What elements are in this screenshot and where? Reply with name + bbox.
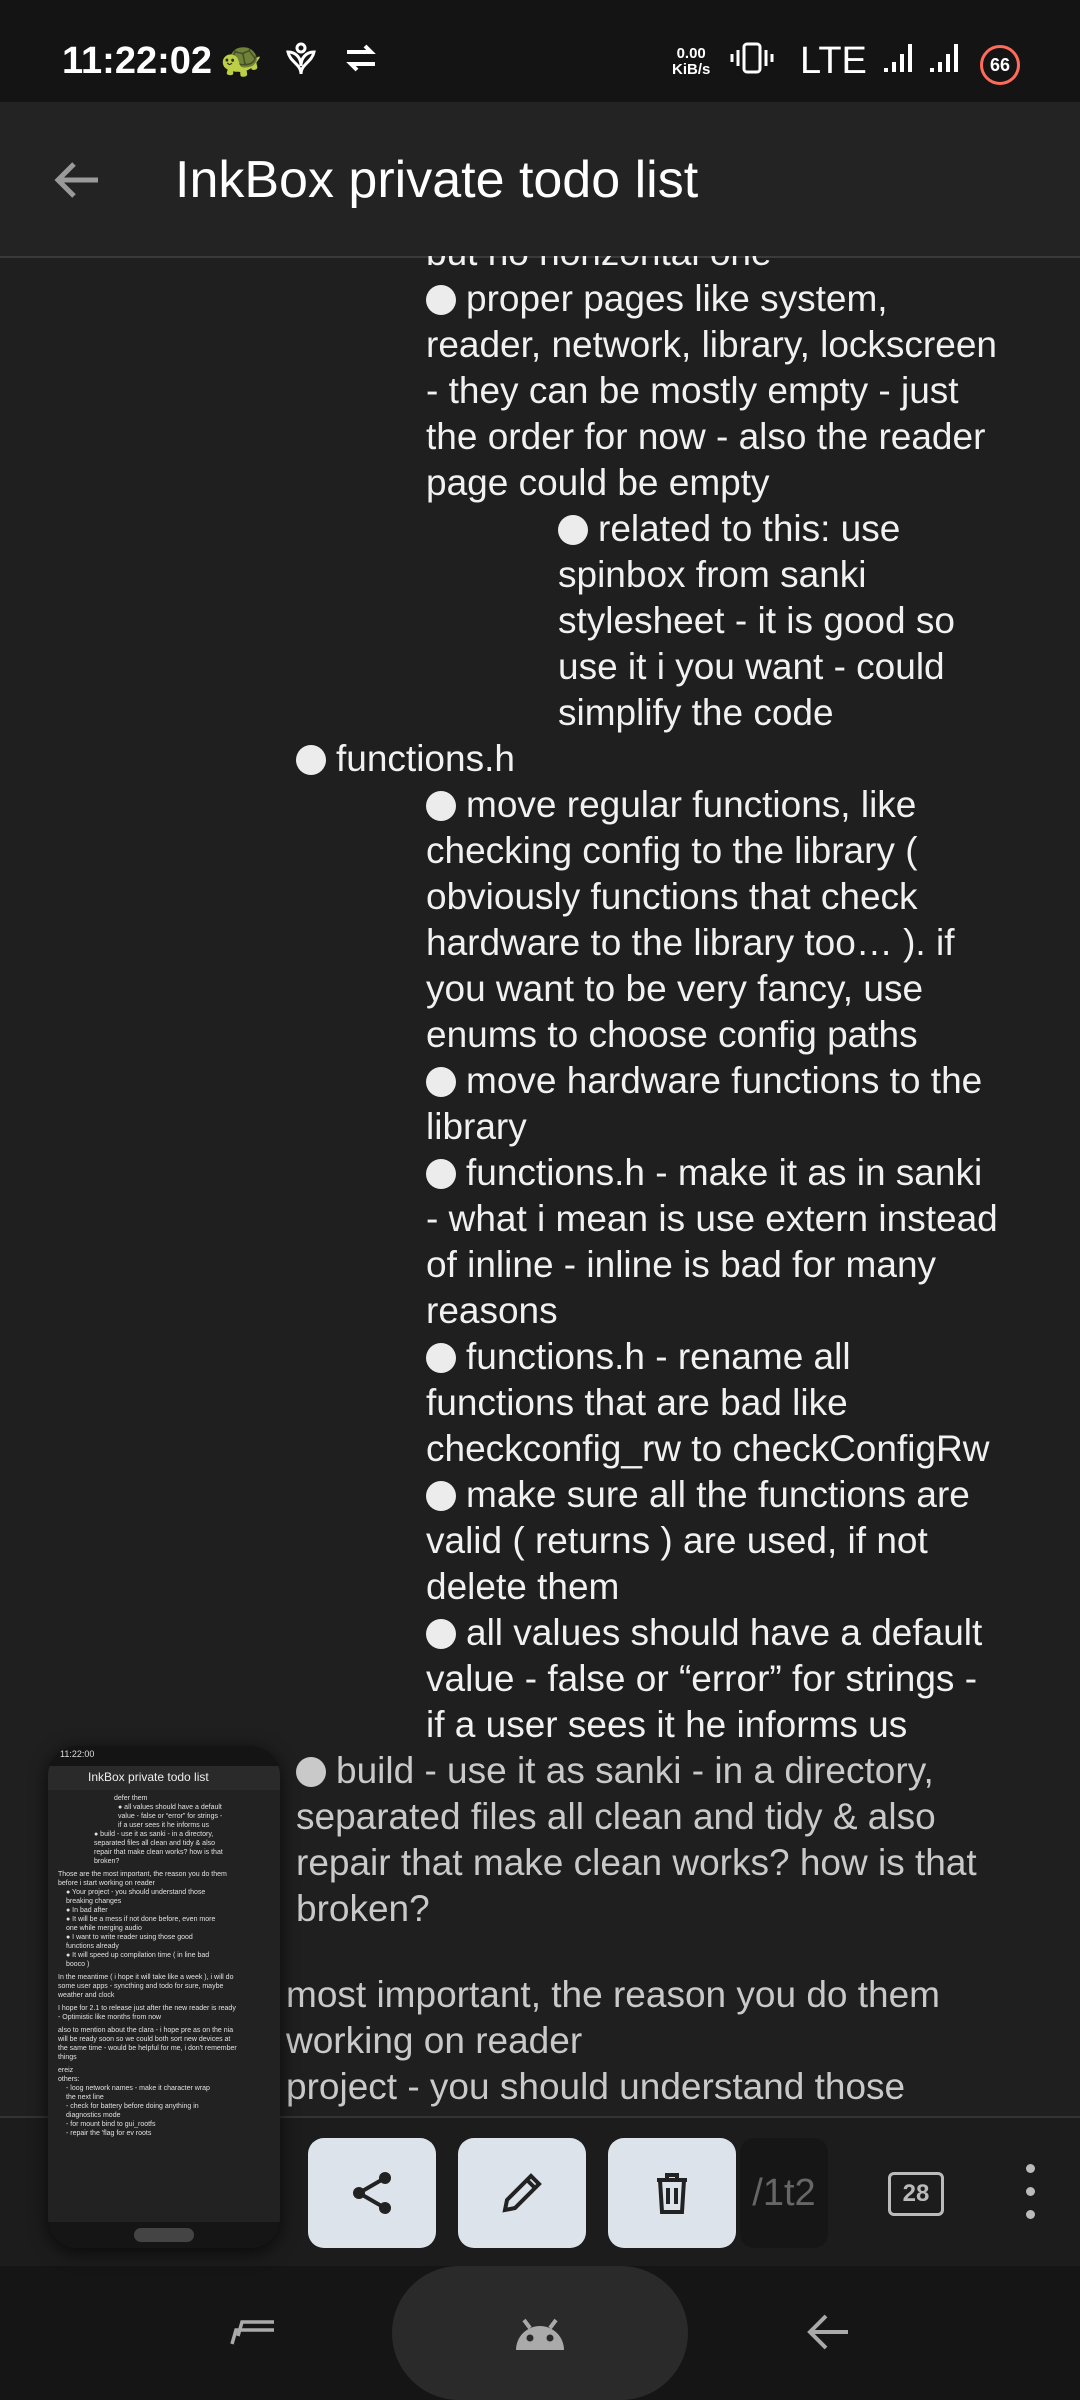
turtle-icon: 🐢 [220, 41, 263, 79]
font-size-button[interactable]: 28 [888, 2172, 944, 2216]
status-time: 11:22:02 [62, 40, 213, 82]
list-item: functions.h [296, 736, 515, 782]
text-line: working on reader [286, 2020, 583, 2061]
share-icon [353, 2172, 391, 2214]
preview-title: InkBox private todo list [48, 1766, 280, 1790]
text-line: value - false or “error” for strings - [426, 1658, 978, 1699]
text-line: use it i you want - could [558, 646, 945, 687]
text-line: functions that are bad like [426, 1382, 848, 1423]
recent-apps-icon[interactable] [226, 2312, 280, 2357]
leaf-icon [282, 40, 320, 87]
list-item: functions.h - make it as in sanki [426, 1150, 982, 1196]
back-arrow-icon[interactable] [48, 150, 108, 210]
signal-icon [928, 40, 960, 85]
text-line: - what i mean is use extern instead [426, 1198, 998, 1239]
text-line: the order for now - also the reader [426, 416, 986, 457]
text-line: delete them [426, 1566, 620, 1607]
text-line: simplify the code [558, 692, 834, 733]
back-icon[interactable] [804, 2310, 852, 2359]
list-item: move hardware functions to the [426, 1058, 982, 1104]
bullet-icon [296, 745, 326, 775]
home-button[interactable] [392, 2266, 688, 2400]
bullet-icon [426, 1067, 456, 1097]
trash-icon [657, 2173, 687, 2214]
signal-icon [882, 40, 914, 85]
bullet-icon [426, 1481, 456, 1511]
list-item: move regular functions, like [426, 782, 916, 828]
list-item: related to this: use [558, 506, 900, 552]
text-line: you want to be very fancy, use [426, 968, 924, 1009]
list-item: build - use it as sanki - in a directory… [296, 1748, 934, 1794]
network-type: LTE [800, 40, 867, 82]
navigation-bar [0, 2266, 1080, 2400]
text-line: reasons [426, 1290, 558, 1331]
text-line: enums to choose config paths [426, 1014, 918, 1055]
text-line: page could be empty [426, 462, 770, 503]
list-item: functions.h - rename all [426, 1334, 851, 1380]
text-line: project - you should understand those [286, 2066, 906, 2107]
text-line: hardware to the library too… ). if [426, 922, 955, 963]
more-options-icon[interactable] [1020, 2164, 1040, 2224]
page-indicator[interactable]: /1t2 [740, 2138, 828, 2248]
bullet-icon [426, 1343, 456, 1373]
sync-arrows-icon [343, 40, 379, 85]
text-line: separated files all clean and tidy & als… [296, 1796, 936, 1837]
bullet-icon [426, 1619, 456, 1649]
list-item: all values should have a default [426, 1610, 982, 1656]
net-speed: 0.00 KiB/s [672, 45, 711, 78]
text-line: if a user sees it he informs us [426, 1704, 908, 1745]
bullet-icon [426, 1159, 456, 1189]
edit-button[interactable] [458, 2138, 586, 2248]
list-item: make sure all the functions are [426, 1472, 970, 1518]
preview-body: defer them ● all values should have a de… [58, 1795, 237, 2137]
status-bar: 11:22:02 🐢 0.00 KiB/s LTE 66 [0, 0, 1080, 102]
text-line: of inline - inline is bad for many [426, 1244, 937, 1285]
text-line: checkconfig_rw to checkConfigRw [426, 1428, 990, 1469]
battery-indicator: 66 [980, 45, 1020, 85]
text-line: stylesheet - it is good so [558, 600, 955, 641]
bullet-icon [558, 515, 588, 545]
text-line: - they can be mostly empty - just [426, 370, 959, 411]
screenshot-preview[interactable]: 11:22:00 InkBox private todo list defer … [48, 1746, 280, 2248]
bullet-icon [426, 285, 456, 315]
text-line: library [426, 1106, 527, 1147]
text-line: spinbox from sanki [558, 554, 867, 595]
bullet-icon [296, 1757, 326, 1787]
vibrate-icon [730, 40, 774, 85]
text-line: repair that make clean works? how is tha… [296, 1842, 977, 1883]
text-line: but no horizontal one [426, 256, 772, 276]
share-button[interactable] [308, 2138, 436, 2248]
text-line: most important, the reason you do them [286, 1974, 941, 2015]
text-line: valid ( returns ) are used, if not [426, 1520, 928, 1561]
pencil-icon [502, 2173, 542, 2213]
text-line: checking config to the library ( [426, 830, 918, 871]
android-icon [516, 2318, 564, 2350]
preview-nav-bar [48, 2222, 280, 2248]
bullet-icon [426, 791, 456, 821]
text-line: broken? [296, 1888, 430, 1929]
app-bar: InkBox private todo list [0, 102, 1080, 258]
preview-status-bar: 11:22:00 [48, 1746, 280, 1766]
list-item: proper pages like system, [426, 276, 888, 322]
delete-button[interactable] [608, 2138, 736, 2248]
text-line: reader, network, library, lockscreen [426, 324, 997, 365]
page-title: InkBox private todo list [175, 151, 699, 209]
text-line: obviously functions that check [426, 876, 918, 917]
